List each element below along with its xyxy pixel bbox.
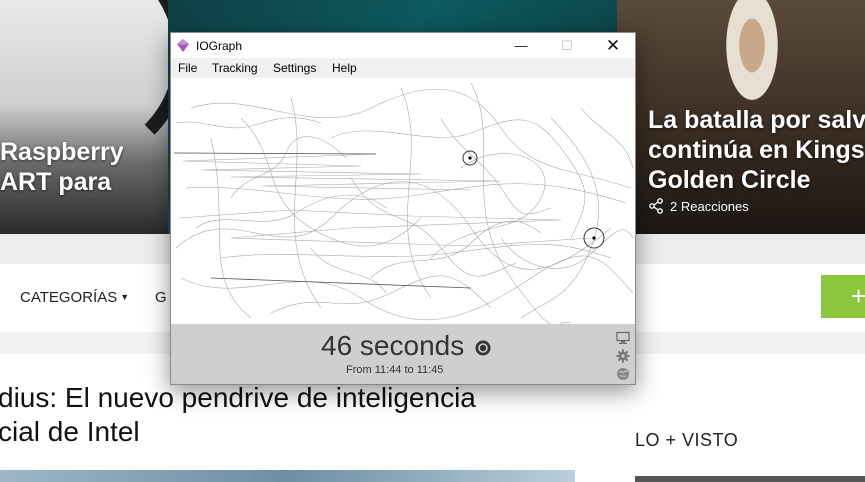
add-button[interactable]: + xyxy=(821,275,865,318)
menu-tracking[interactable]: Tracking xyxy=(212,61,258,75)
minimize-button[interactable]: — xyxy=(498,33,544,58)
globe-icon[interactable] xyxy=(616,367,630,381)
menu-bar: File Tracking Settings Help xyxy=(171,58,635,78)
time-range: From 11:44 to 11:45 xyxy=(346,364,444,376)
track-drawing xyxy=(173,82,634,324)
hero-left-image[interactable] xyxy=(0,0,188,234)
share-icon xyxy=(649,198,663,214)
sidebar-image[interactable] xyxy=(635,476,865,482)
app-gem-icon xyxy=(177,39,189,52)
menu-help[interactable]: Help xyxy=(332,61,357,75)
nav-item-next[interactable]: G xyxy=(155,289,167,306)
hero-left-title[interactable]: Raspberry ART para xyxy=(0,137,124,197)
article-title[interactable]: dius: El nuevo pendrive de inteligencia … xyxy=(0,381,476,449)
hero-right-title[interactable]: La batalla por salv continúa en Kings Go… xyxy=(648,105,865,195)
reactions-link[interactable]: 2 Reacciones xyxy=(648,198,749,214)
maximize-button[interactable]: ☐ xyxy=(544,33,590,58)
menu-settings[interactable]: Settings xyxy=(273,61,316,75)
nav-categories[interactable]: CATEGORÍAS ▼ xyxy=(20,289,129,306)
tracking-duration: 46 seconds xyxy=(321,330,465,361)
menu-file[interactable]: File xyxy=(178,61,197,75)
gear-icon[interactable] xyxy=(616,349,630,363)
article-image[interactable] xyxy=(0,470,575,482)
title-bar[interactable]: IOGraph — ☐ ✕ xyxy=(171,33,635,58)
reactions-count: 2 Reacciones xyxy=(670,198,749,214)
close-button[interactable]: ✕ xyxy=(590,33,636,58)
caret-down-icon: ▼ xyxy=(120,292,130,302)
status-footer: 46 seconds From 11:44 to 11:45 xyxy=(171,324,635,384)
monitor-icon[interactable] xyxy=(616,331,630,345)
mouse-track-canvas[interactable] xyxy=(171,78,635,324)
sidebar-heading: LO + VISTO xyxy=(635,430,739,450)
window-title: IOGraph xyxy=(196,39,243,53)
pause-record-icon[interactable] xyxy=(475,340,491,356)
iograph-window: IOGraph — ☐ ✕ File Tracking Settings Hel… xyxy=(170,32,636,385)
